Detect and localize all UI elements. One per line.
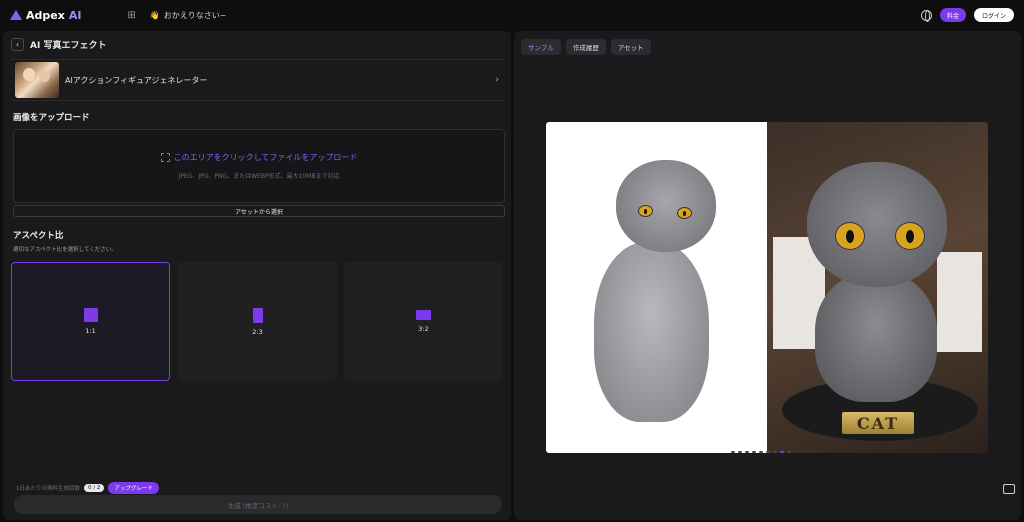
upload-heading: 画像をアップロード (13, 113, 90, 123)
aspect-option-label: 2:3 (252, 327, 263, 336)
square-ratio-icon (83, 308, 98, 322)
figure-eye (895, 222, 925, 250)
figure-body (815, 272, 937, 402)
aspect-option-label: 3:2 (418, 325, 429, 333)
quota-badge: 0 / 2 (84, 484, 105, 492)
greeting-text: おかえりなさい~ (163, 10, 227, 20)
preview-panel: サンプル 作成履歴 アセット CAT (514, 31, 1021, 520)
cat-eye (677, 207, 692, 219)
sample-comparison-image: CAT (546, 122, 988, 453)
logo-text: Adpex (26, 8, 65, 22)
wave-icon: 👋 (149, 10, 160, 20)
aspect-option-1-1[interactable]: 1:1 (11, 262, 170, 381)
logo-ai-text: AI (68, 8, 82, 22)
mail-icon[interactable] (1003, 484, 1015, 494)
tool-thumbnail (15, 62, 59, 98)
carousel-dot[interactable] (759, 451, 763, 453)
carousel-dots (731, 451, 791, 453)
upload-icon (160, 153, 170, 162)
photo-frame (937, 252, 982, 352)
aspect-ratio-hint: 適切なアスペクト比を選択してください。 (13, 247, 117, 253)
carousel-dot[interactable] (780, 451, 784, 453)
upload-main-text: このエリアをクリックしてファイルをアップロード (173, 153, 358, 162)
top-navigation-bar: Adpex AI ⊞ 👋 おかえりなさい~ 料金 ログイン (0, 0, 1024, 30)
login-button[interactable]: ログイン (973, 8, 1014, 22)
generate-button[interactable]: 生成 (推定コスト: ?) (14, 495, 502, 514)
carousel-dot[interactable] (787, 451, 791, 453)
chevron-right-icon: › (495, 75, 499, 85)
settings-panel: ‹ AI 写真エフェクト AIアクションフィギュアジェネレーター › 画像をアッ… (3, 31, 511, 520)
original-cat-photo (546, 122, 767, 453)
preview-tabs: サンプル 作成履歴 アセット (521, 39, 651, 55)
select-from-assets-button[interactable]: アセットから選択 (13, 205, 505, 217)
free-quota: 1日あたりの無料生成回数 0 / 2 アップグレード (16, 482, 159, 494)
aspect-ratio-heading: アスペクト比 (13, 231, 64, 241)
carousel-dot[interactable] (752, 451, 756, 453)
carousel-dot[interactable] (731, 451, 735, 453)
pricing-button[interactable]: 料金 (939, 8, 966, 22)
tab-samples[interactable]: サンプル (521, 39, 561, 55)
figurine-cat-photo: CAT (767, 122, 988, 453)
figure-head (807, 162, 947, 287)
tool-selector[interactable]: AIアクションフィギュアジェネレーター › (11, 59, 503, 101)
cat-eye (638, 205, 653, 217)
landscape-ratio-icon (416, 310, 431, 320)
carousel-dot[interactable] (738, 451, 742, 453)
aspect-option-2-3[interactable]: 2:3 (178, 262, 337, 381)
aspect-option-label: 1:1 (85, 327, 96, 335)
upload-format-hint: JPEG、JPG、PNG、またはWEBP形式、最大10MBまで対応 (178, 173, 340, 180)
carousel-dot[interactable] (773, 451, 777, 453)
upload-dropzone[interactable]: このエリアをクリックしてファイルをアップロード JPEG、JPG、PNG、または… (13, 129, 505, 203)
tool-name: AIアクションフィギュアジェネレーター (65, 75, 208, 85)
language-globe-icon[interactable] (920, 9, 932, 22)
quota-text: 1日あたりの無料生成回数 (16, 486, 81, 492)
cat-plaque: CAT (842, 412, 914, 434)
logo-icon (10, 10, 22, 20)
cat-body (594, 242, 709, 422)
aspect-option-3-2[interactable]: 3:2 (344, 262, 503, 381)
back-chevron-icon[interactable]: ‹ (11, 38, 24, 51)
tab-history[interactable]: 作成履歴 (565, 39, 606, 55)
page-title: AI 写真エフェクト (30, 41, 107, 51)
figure-eye (835, 222, 865, 250)
pricing-label: 料金 (946, 12, 959, 20)
carousel-dot[interactable] (745, 451, 749, 453)
tab-assets[interactable]: アセット (610, 39, 651, 55)
cat-head (616, 160, 716, 252)
sidebar-toggle-icon[interactable]: ⊞ (127, 10, 135, 21)
brand-logo[interactable]: Adpex AI (10, 9, 81, 22)
upgrade-button[interactable]: アップグレード (108, 482, 159, 494)
portrait-ratio-icon (252, 307, 263, 323)
greeting: 👋 おかえりなさい~ (150, 10, 227, 21)
carousel-dot[interactable] (766, 451, 770, 453)
